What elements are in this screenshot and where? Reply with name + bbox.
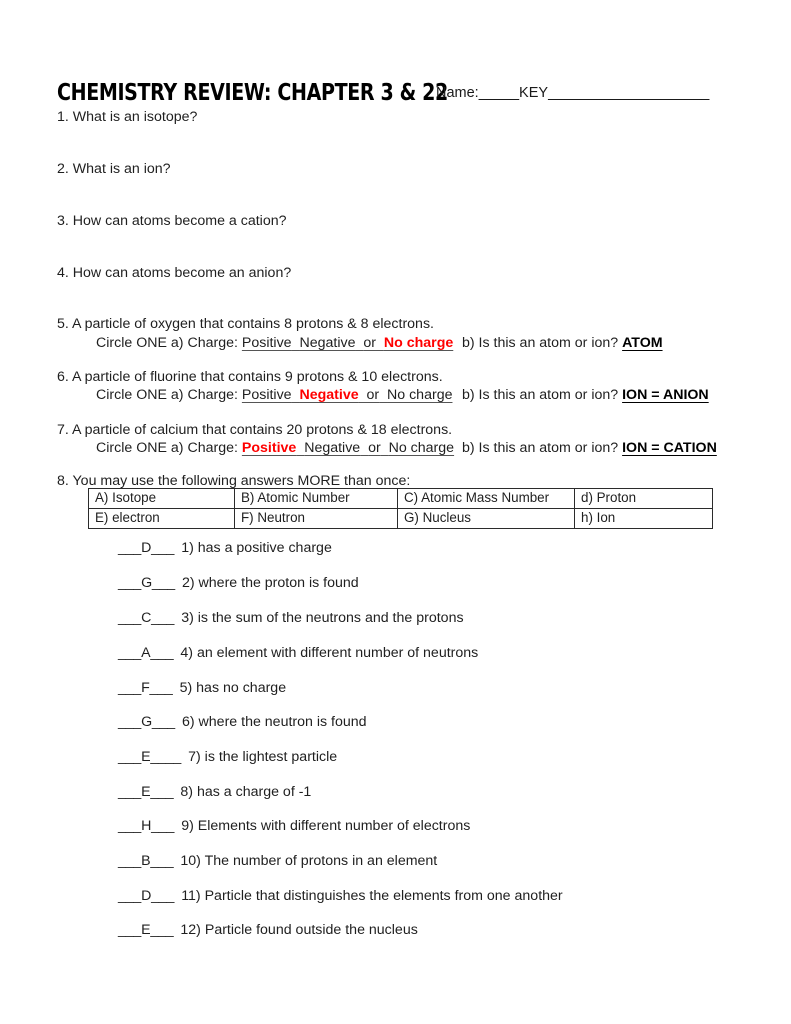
- match-blank-8[interactable]: ___E___: [118, 784, 174, 800]
- charge-label-7: a) Charge:: [170, 440, 238, 456]
- charge-label-5: a) Charge:: [170, 335, 238, 351]
- choice-no-charge-6[interactable]: No charge: [387, 387, 452, 403]
- atom-or-ion-answer-6: ION = ANION: [622, 387, 709, 403]
- match-prompt-5: 5) has no charge: [179, 680, 287, 696]
- question-5-part-b: b) Is this an atom or ion? ATOM: [462, 334, 663, 353]
- match-blank-10[interactable]: ___B___: [118, 853, 174, 869]
- match-prompt-4: 4) an element with different number of n…: [180, 645, 479, 661]
- question-6-part-a: Circle ONE a) Charge: Positive Negative …: [96, 386, 452, 405]
- match-prompt-2: 2) where the proton is found: [181, 575, 359, 591]
- choice-connector-5: or: [363, 335, 376, 351]
- match-prompt-7: 7) is the lightest particle: [188, 749, 338, 765]
- circle-one-label-6: Circle ONE: [96, 387, 167, 403]
- match-prompt-12: 12) Particle found outside the nucleus: [180, 922, 418, 938]
- question-2: 2. What is an ion?: [57, 161, 171, 177]
- match-prompt-3: 3) is the sum of the neutrons and the pr…: [181, 610, 464, 626]
- atom-or-ion-answer-5: ATOM: [622, 335, 663, 351]
- question-6-stem: 6. A particle of fluorine that contains …: [57, 369, 443, 385]
- list-item: ___E___ 8) has a charge of -1: [118, 783, 311, 802]
- table-row: A) Isotope B) Atomic Number C) Atomic Ma…: [88, 488, 713, 509]
- charge-label-6: a) Charge:: [170, 387, 238, 403]
- atom-or-ion-label-5: b) Is this an atom or ion?: [462, 335, 619, 351]
- match-blank-1[interactable]: ___D___: [118, 540, 174, 556]
- match-blank-4[interactable]: ___A___: [118, 645, 174, 661]
- name-value: KEY: [519, 85, 549, 101]
- circle-one-label-5: Circle ONE: [96, 335, 167, 351]
- charge-choices-6[interactable]: Positive Negative or No charge: [242, 387, 453, 403]
- list-item: ___G___ 2) where the proton is found: [118, 574, 359, 593]
- name-label: Name:: [436, 85, 479, 101]
- list-item: ___D___ 1) has a positive charge: [118, 539, 332, 558]
- question-6-part-b: b) Is this an atom or ion? ION = ANION: [462, 386, 709, 405]
- name-field: Name:_____KEY____________________: [436, 84, 709, 102]
- match-blank-6[interactable]: ___G___: [118, 714, 175, 730]
- list-item: ___F___ 5) has no charge: [118, 679, 286, 698]
- page-title: CHEMISTRY REVIEW: CHAPTER 3 & 22: [57, 78, 448, 106]
- charge-choices-5[interactable]: Positive Negative or No charge: [242, 335, 453, 351]
- list-item: ___D___ 11) Particle that distinguishes t…: [118, 887, 563, 906]
- name-blank-left: _____: [478, 85, 520, 101]
- choice-no-charge-5[interactable]: No charge: [384, 335, 453, 351]
- question-5-part-a: Circle ONE a) Charge: Positive Negative …: [96, 334, 453, 353]
- question-4: 4. How can atoms become an anion?: [57, 265, 292, 281]
- match-prompt-10: 10) The number of protons in an element: [180, 853, 438, 869]
- choice-no-charge-7[interactable]: No charge: [389, 440, 454, 456]
- list-item: ___G___ 6) where the neutron is found: [118, 713, 367, 732]
- choice-connector-7: or: [368, 440, 381, 456]
- choice-connector-6: or: [366, 387, 380, 403]
- choice-negative-7[interactable]: Negative: [304, 440, 360, 456]
- answer-bank-table: A) Isotope B) Atomic Number C) Atomic Ma…: [88, 488, 713, 529]
- match-blank-3[interactable]: ___C___: [118, 610, 174, 626]
- match-prompt-6: 6) where the neutron is found: [181, 714, 367, 730]
- bank-cell-c: C) Atomic Mass Number: [397, 488, 575, 509]
- question-7-stem: 7. A particle of calcium that contains 2…: [57, 422, 453, 438]
- list-item: ___E____ 7) is the lightest particle: [118, 748, 337, 767]
- choice-positive-6[interactable]: Positive: [242, 387, 292, 403]
- bank-cell-e: E) electron: [88, 508, 235, 529]
- match-blank-7[interactable]: ___E____: [118, 749, 181, 765]
- bank-cell-a: A) Isotope: [88, 488, 235, 509]
- circle-one-label-7: Circle ONE: [96, 440, 167, 456]
- question-5-stem: 5. A particle of oxygen that contains 8 …: [57, 316, 434, 332]
- question-7-part-a: Circle ONE a) Charge: Positive Negative …: [96, 439, 454, 458]
- choice-positive-5[interactable]: Positive: [242, 335, 292, 351]
- match-blank-12[interactable]: ___E___: [118, 922, 174, 938]
- atom-or-ion-label-7: b) Is this an atom or ion?: [462, 440, 619, 456]
- atom-or-ion-answer-7: ION = CATION: [622, 440, 717, 456]
- list-item: ___E___ 12) Particle found outside the nu…: [118, 921, 418, 940]
- match-prompt-11: 11) Particle that distinguishes the elem…: [181, 888, 563, 904]
- bank-cell-f: F) Neutron: [234, 508, 398, 529]
- choice-negative-6[interactable]: Negative: [299, 387, 358, 403]
- match-blank-2[interactable]: ___G___: [118, 575, 175, 591]
- list-item: ___B___ 10) The number of protons in an e…: [118, 852, 437, 871]
- bank-cell-b: B) Atomic Number: [234, 488, 398, 509]
- choice-negative-5[interactable]: Negative: [299, 335, 355, 351]
- match-blank-5[interactable]: ___F___: [118, 680, 173, 696]
- atom-or-ion-label-6: b) Is this an atom or ion?: [462, 387, 619, 403]
- question-7-part-b: b) Is this an atom or ion? ION = CATION: [462, 439, 717, 458]
- match-blank-9[interactable]: ___H___: [118, 818, 174, 834]
- question-1: 1. What is an isotope?: [57, 109, 198, 125]
- bank-cell-h: h) Ion: [574, 508, 713, 529]
- bank-cell-d: d) Proton: [574, 488, 713, 509]
- list-item: ___C___ 3) is the sum of the neutrons and…: [118, 609, 464, 628]
- name-blank-right: ____________________: [548, 85, 710, 101]
- match-blank-11[interactable]: ___D___: [118, 888, 174, 904]
- list-item: ___H___ 9) Elements with different number…: [118, 817, 470, 836]
- bank-cell-g: G) Nucleus: [397, 508, 575, 529]
- list-item: ___A___ 4) an element with different numb…: [118, 644, 478, 663]
- charge-choices-7[interactable]: Positive Negative or No charge: [242, 440, 454, 456]
- choice-positive-7[interactable]: Positive: [242, 440, 296, 456]
- match-prompt-1: 1) has a positive charge: [181, 540, 332, 556]
- table-row: E) electron F) Neutron G) Nucleus h) Ion: [88, 508, 713, 529]
- match-prompt-9: 9) Elements with different number of ele…: [181, 818, 471, 834]
- worksheet-page: CHEMISTRY REVIEW: CHAPTER 3 & 22 Name:__…: [0, 0, 791, 1024]
- question-3: 3. How can atoms become a cation?: [57, 213, 287, 229]
- match-prompt-8: 8) has a charge of -1: [180, 784, 312, 800]
- document-header: CHEMISTRY REVIEW: CHAPTER 3 & 22 Name:__…: [57, 80, 737, 106]
